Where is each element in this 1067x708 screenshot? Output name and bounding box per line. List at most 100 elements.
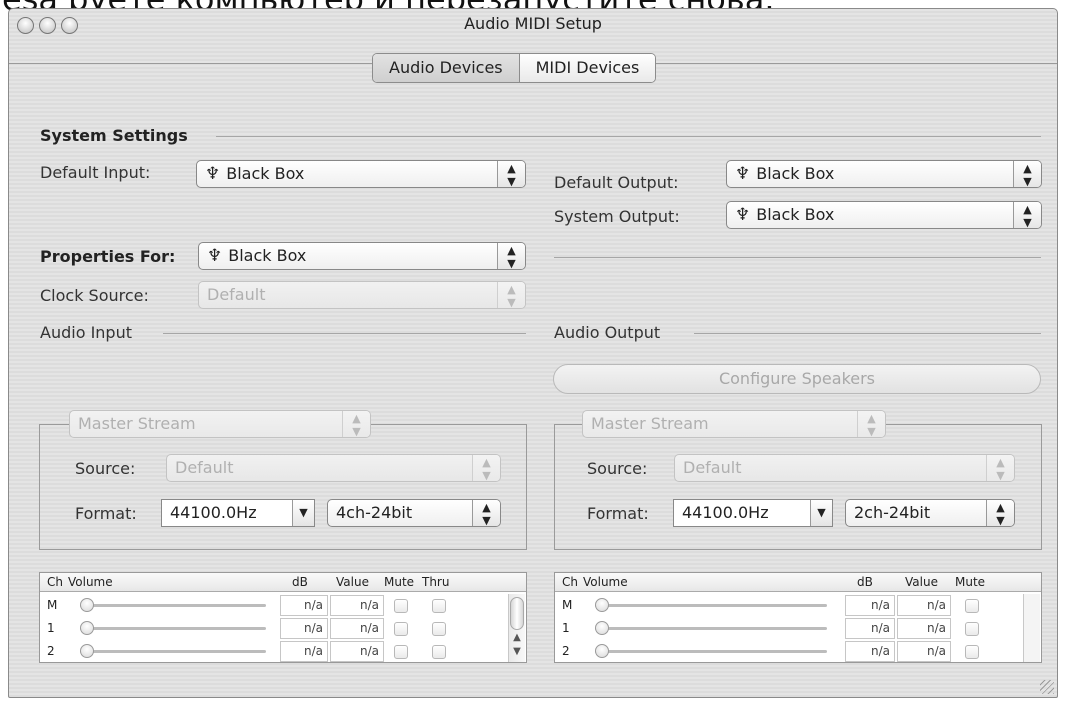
volume-slider[interactable] xyxy=(595,598,609,612)
mute-checkbox[interactable] xyxy=(394,645,408,659)
input-source-popup[interactable]: Default ▲ ▼ xyxy=(166,454,501,482)
value-field[interactable]: n/a xyxy=(897,618,951,639)
updown-arrows-icon: ▲ ▼ xyxy=(472,455,500,481)
volume-track xyxy=(595,604,827,607)
configure-speakers-button[interactable]: Configure Speakers xyxy=(553,364,1041,394)
volume-track xyxy=(595,650,827,653)
mute-checkbox[interactable] xyxy=(965,645,979,659)
properties-for-label: Properties For: xyxy=(40,247,176,266)
volume-track xyxy=(595,627,827,630)
thru-checkbox[interactable] xyxy=(432,622,446,636)
default-input-value: Black Box xyxy=(226,164,305,183)
volume-slider[interactable] xyxy=(80,644,94,658)
col-volume: Volume xyxy=(68,575,113,589)
output-stream-value: Master Stream xyxy=(591,414,709,433)
scroll-thumb[interactable] xyxy=(510,597,524,630)
input-source-label: Source: xyxy=(75,459,136,478)
close-button[interactable] xyxy=(17,17,34,34)
scroll-up-icon[interactable]: ▲ xyxy=(509,632,525,643)
input-table-scrollbar[interactable]: ▲ ▼ xyxy=(508,594,525,662)
clock-source-value: Default xyxy=(207,285,266,304)
output-format-label: Format: xyxy=(587,504,649,523)
table-row: 2 n/a n/a xyxy=(555,640,1041,663)
col-volume: Volume xyxy=(583,575,628,589)
minimize-button[interactable] xyxy=(39,17,56,34)
input-stream-popup[interactable]: Master Stream ▲ ▼ xyxy=(69,410,371,438)
channel-id: 1 xyxy=(562,621,570,635)
channel-id: 1 xyxy=(47,621,55,635)
input-bits-popup[interactable]: 4ch-24bit ▲ ▼ xyxy=(327,499,501,527)
clock-source-label: Clock Source: xyxy=(40,286,149,305)
volume-slider[interactable] xyxy=(595,621,609,635)
scroll-down-icon[interactable]: ▼ xyxy=(509,646,525,657)
channel-id: M xyxy=(47,598,58,612)
db-field[interactable]: n/a xyxy=(845,618,895,639)
output-bits-popup[interactable]: 2ch-24bit ▲ ▼ xyxy=(845,499,1015,527)
thru-checkbox[interactable] xyxy=(432,599,446,613)
col-ch: Ch xyxy=(47,575,63,589)
properties-divider xyxy=(554,257,1041,258)
mute-checkbox[interactable] xyxy=(965,622,979,636)
input-channel-table: Ch Volume dB Value Mute Thru M n/a n/a 1… xyxy=(39,572,527,663)
system-output-popup[interactable]: ♆ Black Box ▲ ▼ xyxy=(726,201,1042,229)
output-table-scrollbar[interactable] xyxy=(1023,594,1040,662)
channel-id: 2 xyxy=(562,644,570,658)
usb-icon: ♆ xyxy=(735,164,751,184)
mute-checkbox[interactable] xyxy=(965,599,979,613)
properties-for-popup[interactable]: ♆ Black Box ▲ ▼ xyxy=(198,242,526,270)
updown-arrows-icon: ▲ ▼ xyxy=(1013,202,1041,228)
col-value: Value xyxy=(336,575,369,589)
value-field[interactable]: n/a xyxy=(897,641,951,662)
input-rate-value: 44100.0Hz xyxy=(170,503,257,522)
output-source-popup[interactable]: Default ▲ ▼ xyxy=(674,454,1015,482)
db-field[interactable]: n/a xyxy=(845,595,895,616)
volume-slider[interactable] xyxy=(80,598,94,612)
value-field[interactable]: n/a xyxy=(330,618,384,639)
col-mute: Mute xyxy=(384,575,415,589)
volume-slider[interactable] xyxy=(595,644,609,658)
input-stream-value: Master Stream xyxy=(78,414,196,433)
system-output-label: System Output: xyxy=(554,207,680,226)
resize-grip-icon[interactable] xyxy=(1040,680,1054,694)
output-rate-combo[interactable]: 44100.0Hz ▼ xyxy=(673,499,833,527)
updown-arrows-icon: ▲ ▼ xyxy=(986,455,1014,481)
volume-slider[interactable] xyxy=(80,621,94,635)
mute-checkbox[interactable] xyxy=(394,622,408,636)
channel-id: M xyxy=(562,598,573,612)
usb-icon: ♆ xyxy=(735,205,751,225)
value-field[interactable]: n/a xyxy=(897,595,951,616)
updown-arrows-icon: ▲ ▼ xyxy=(497,282,525,308)
output-source-value: Default xyxy=(683,458,742,477)
default-input-popup[interactable]: ♆ Black Box ▲ ▼ xyxy=(196,160,526,188)
mute-checkbox[interactable] xyxy=(394,599,408,613)
updown-arrows-icon: ▲ ▼ xyxy=(342,411,370,437)
table-row: M n/a n/a xyxy=(555,594,1041,617)
db-field[interactable]: n/a xyxy=(280,641,328,662)
updown-arrows-icon: ▲ ▼ xyxy=(497,161,525,187)
clock-source-popup[interactable]: Default ▲ ▼ xyxy=(198,281,526,309)
down-arrow-icon: ▼ xyxy=(292,500,314,526)
title-bar[interactable]: Audio MIDI Setup xyxy=(9,9,1057,39)
col-thru: Thru xyxy=(422,575,450,589)
value-field[interactable]: n/a xyxy=(330,595,384,616)
db-field[interactable]: n/a xyxy=(845,641,895,662)
input-rate-combo[interactable]: 44100.0Hz ▼ xyxy=(161,499,315,527)
thru-checkbox[interactable] xyxy=(432,645,446,659)
updown-arrows-icon: ▲ ▼ xyxy=(472,500,500,526)
volume-track xyxy=(80,650,266,653)
table-row: M n/a n/a xyxy=(40,594,526,617)
db-field[interactable]: n/a xyxy=(280,618,328,639)
zoom-button[interactable] xyxy=(61,17,78,34)
tab-audio-devices[interactable]: Audio Devices xyxy=(373,54,520,82)
channel-id: 2 xyxy=(47,644,55,658)
output-table-header: Ch Volume dB Value Mute xyxy=(555,573,1041,592)
output-stream-popup[interactable]: Master Stream ▲ ▼ xyxy=(582,410,886,438)
updown-arrows-icon: ▲ ▼ xyxy=(857,411,885,437)
default-output-popup[interactable]: ♆ Black Box ▲ ▼ xyxy=(726,160,1042,188)
volume-track xyxy=(80,627,266,630)
db-field[interactable]: n/a xyxy=(280,595,328,616)
usb-icon: ♆ xyxy=(205,164,221,184)
properties-for-value: Black Box xyxy=(228,246,307,265)
value-field[interactable]: n/a xyxy=(330,641,384,662)
tab-midi-devices[interactable]: MIDI Devices xyxy=(519,54,656,82)
